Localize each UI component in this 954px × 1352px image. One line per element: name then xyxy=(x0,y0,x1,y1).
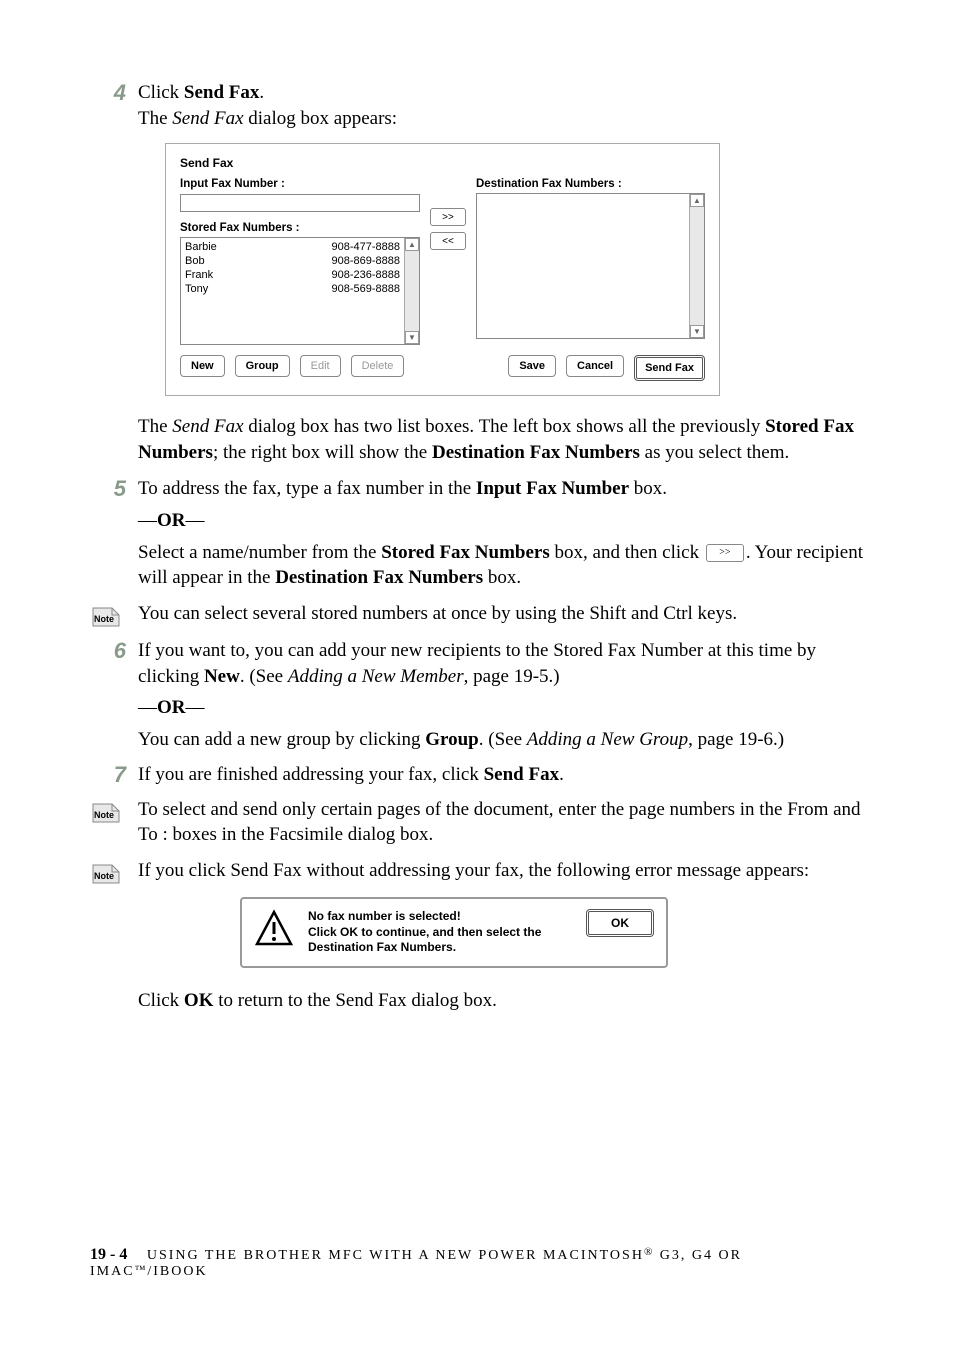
note-text: To select and send only certain pages of… xyxy=(138,797,864,848)
input-fax-number-field[interactable] xyxy=(180,194,420,212)
warning-icon xyxy=(254,909,294,949)
list-item[interactable]: Bob908-869-8888 xyxy=(185,254,400,268)
stored-fax-numbers-list[interactable]: Barbie908-477-8888 Bob908-869-8888 Frank… xyxy=(180,237,420,345)
step-number-5: 5 xyxy=(90,476,138,502)
note-icon: Note xyxy=(90,601,124,628)
page-footer: 19 - 4 USING THE BROTHER MFC WITH A NEW … xyxy=(90,1246,864,1280)
inline-add-button-icon: >> xyxy=(706,544,744,562)
note-icon: Note xyxy=(90,858,124,885)
group-button[interactable]: Group xyxy=(235,355,290,377)
ok-button[interactable]: OK xyxy=(586,909,654,937)
send-fax-dialog: Send Fax Input Fax Number : Stored Fax N… xyxy=(165,143,720,396)
after-error-text: Click OK to return to the Send Fax dialo… xyxy=(138,988,864,1014)
cancel-button[interactable]: Cancel xyxy=(566,355,624,377)
step-7-body: If you are finished addressing your fax,… xyxy=(138,762,864,788)
or-separator: —OR— xyxy=(138,508,864,534)
list-item[interactable]: Barbie908-477-8888 xyxy=(185,240,400,254)
new-button[interactable]: New xyxy=(180,355,225,377)
stored-fax-numbers-label: Stored Fax Numbers : xyxy=(180,222,420,234)
send-fax-button[interactable]: Send Fax xyxy=(634,355,705,381)
step-6-alt: You can add a new group by clicking Grou… xyxy=(138,727,864,753)
step-number-7: 7 xyxy=(90,762,138,788)
edit-button[interactable]: Edit xyxy=(300,355,341,377)
scroll-down-icon[interactable]: ▼ xyxy=(405,331,419,344)
note-icon: Note xyxy=(90,797,124,848)
or-separator: —OR— xyxy=(138,695,864,721)
delete-button[interactable]: Delete xyxy=(351,355,405,377)
dialog-title: Send Fax xyxy=(180,156,705,170)
destination-fax-numbers-label: Destination Fax Numbers : xyxy=(476,178,705,190)
error-dialog: No fax number is selected! Click OK to c… xyxy=(240,897,668,968)
step-6-body: If you want to, you can add your new rec… xyxy=(138,638,864,689)
scroll-up-icon[interactable]: ▲ xyxy=(690,194,704,207)
note-text: If you click Send Fax without addressing… xyxy=(138,858,864,885)
stored-list-scrollbar[interactable]: ▲ ▼ xyxy=(404,238,419,344)
svg-text:Note: Note xyxy=(94,810,114,820)
step-5-body: To address the fax, type a fax number in… xyxy=(138,476,864,502)
dialog-description: The Send Fax dialog box has two list box… xyxy=(138,414,864,465)
step-4-body: Click Send Fax. The Send Fax dialog box … xyxy=(138,80,864,131)
list-item[interactable]: Frank908-236-8888 xyxy=(185,268,400,282)
svg-text:Note: Note xyxy=(94,871,114,881)
input-fax-number-label: Input Fax Number : xyxy=(180,178,420,190)
step-number-4: 4 xyxy=(90,80,138,131)
scroll-up-icon[interactable]: ▲ xyxy=(405,238,419,251)
step-5-alt: Select a name/number from the Stored Fax… xyxy=(138,540,864,591)
dest-list-scrollbar[interactable]: ▲ ▼ xyxy=(689,194,704,338)
note-text: You can select several stored numbers at… xyxy=(138,601,864,628)
destination-fax-numbers-list[interactable]: ▲ ▼ xyxy=(476,193,705,339)
list-item[interactable]: Tony908-569-8888 xyxy=(185,282,400,296)
step-number-6: 6 xyxy=(90,638,138,689)
remove-from-destination-button[interactable]: << xyxy=(430,232,466,250)
save-button[interactable]: Save xyxy=(508,355,556,377)
add-to-destination-button[interactable]: >> xyxy=(430,208,466,226)
svg-text:Note: Note xyxy=(94,614,114,624)
scroll-down-icon[interactable]: ▼ xyxy=(690,325,704,338)
